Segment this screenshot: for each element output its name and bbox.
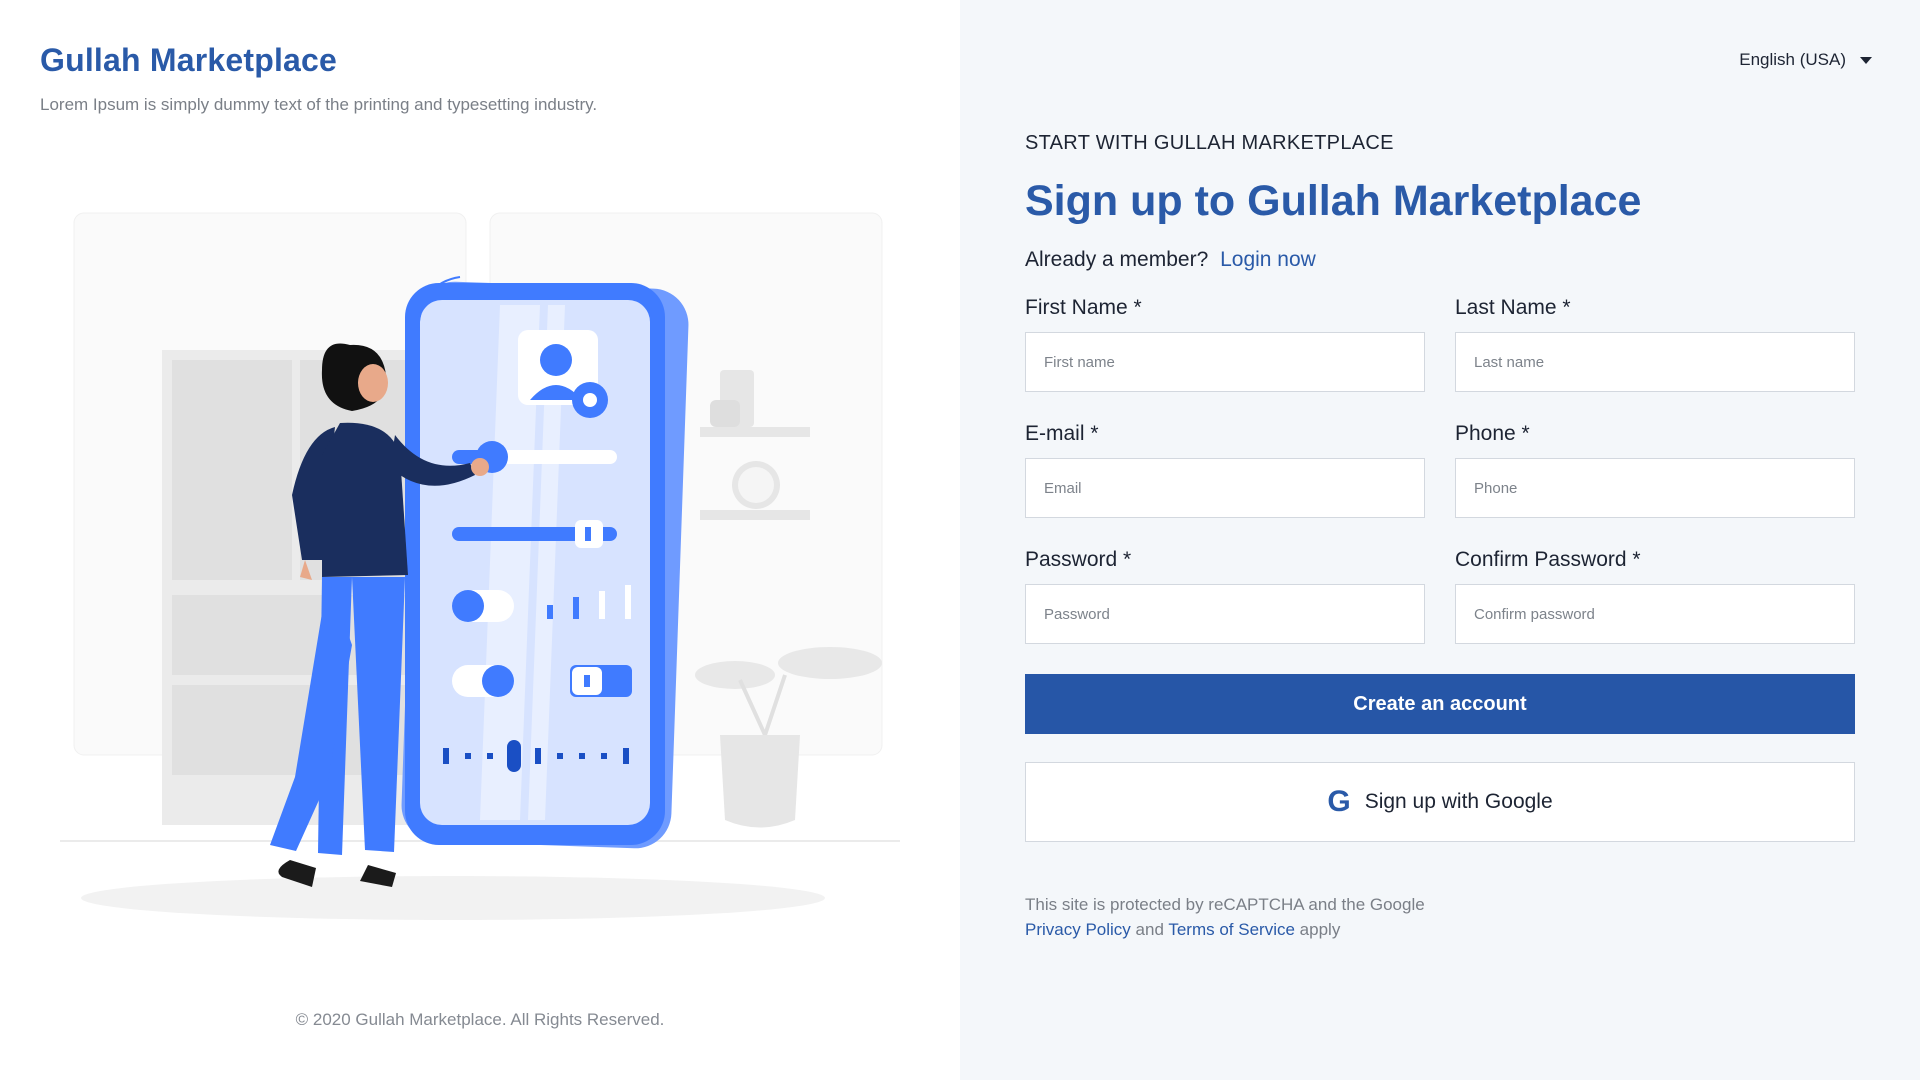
password-group: Password * — [1025, 548, 1425, 644]
caret-down-icon — [1860, 56, 1872, 64]
confirm-password-input[interactable] — [1455, 584, 1855, 644]
signup-fields: First Name * Last Name * E-mail * Phone … — [1025, 296, 1855, 644]
last-name-label: Last Name * — [1455, 296, 1571, 319]
email-label: E-mail * — [1025, 422, 1099, 445]
copyright-footer: © 2020 Gullah Marketplace. All Rights Re… — [295, 1010, 665, 1029]
recaptcha-line1: This site is protected by reCAPTCHA and … — [1025, 895, 1425, 914]
left-panel: Gullah Marketplace Lorem Ipsum is simply… — [0, 0, 960, 1080]
create-account-button[interactable]: Create an account — [1025, 674, 1855, 734]
google-signup-label: Sign up with Google — [1364, 790, 1553, 813]
recaptcha-notice: This site is protected by reCAPTCHA and … — [1025, 892, 1855, 942]
google-icon: G — [1327, 785, 1351, 818]
terms-of-service-link[interactable]: Terms of Service — [1168, 920, 1295, 939]
last-name-input[interactable] — [1455, 332, 1855, 392]
language-selected: English (USA) — [1739, 50, 1846, 69]
privacy-policy-link[interactable]: Privacy Policy — [1025, 920, 1131, 939]
first-name-input[interactable] — [1025, 332, 1425, 392]
email-input[interactable] — [1025, 458, 1425, 518]
email-group: E-mail * — [1025, 422, 1425, 518]
first-name-label: First Name * — [1025, 296, 1142, 319]
recaptcha-line2: Privacy Policy and Terms of Service appl… — [1025, 917, 1855, 942]
signup-eyebrow: START WITH GULLAH MARKETPLACE — [1025, 132, 1394, 154]
phone-label: Phone * — [1455, 422, 1530, 445]
password-input[interactable] — [1025, 584, 1425, 644]
member-text: Already a member? — [1025, 248, 1209, 271]
confirm-password-label: Confirm Password * — [1455, 548, 1641, 571]
brand-tagline: Lorem Ipsum is simply dummy text of the … — [40, 95, 598, 114]
phone-group: Phone * — [1455, 422, 1855, 518]
member-prompt: Already a member? Login now — [1025, 248, 1855, 272]
login-link[interactable]: Login now — [1220, 248, 1316, 271]
signup-illustration — [60, 212, 900, 920]
first-name-group: First Name * — [1025, 296, 1425, 392]
recaptcha-apply: apply — [1299, 920, 1341, 939]
recaptcha-and: and — [1135, 920, 1164, 939]
password-label: Password * — [1025, 548, 1132, 571]
language-selector[interactable]: English (USA) — [1739, 50, 1872, 70]
google-signup-button[interactable]: G Sign up with Google — [1025, 762, 1855, 842]
confirm-password-group: Confirm Password * — [1455, 548, 1855, 644]
signup-form: START WITH GULLAH MARKETPLACE Sign up to… — [1025, 132, 1855, 942]
brand-title: Gullah Marketplace — [40, 42, 338, 78]
last-name-group: Last Name * — [1455, 296, 1855, 392]
phone-input[interactable] — [1455, 458, 1855, 518]
signup-title: Sign up to Gullah Marketplace — [1025, 177, 1642, 225]
